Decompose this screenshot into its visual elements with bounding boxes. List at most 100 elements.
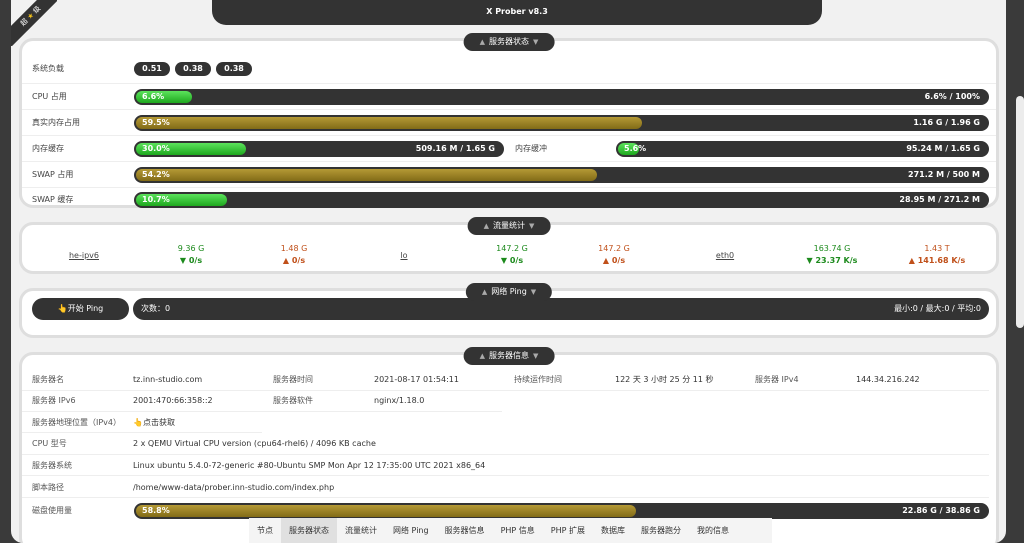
system-load-row: 系统负载 0.51 0.38 0.38 [22, 58, 996, 84]
network-stats-toggle[interactable]: ▲ 流量统计 ▼ [467, 217, 551, 235]
he-ipv6-out-speed: ▲ 0/s [282, 256, 306, 265]
nav-php-info[interactable]: PHP 信息 [493, 518, 543, 543]
swap-cache-bar: 10.7% 28.95 M / 271.2 M [134, 192, 989, 208]
he-ipv6-out-total: 1.48 G [280, 244, 308, 253]
page-scrollbar[interactable] [1016, 96, 1024, 328]
ipv6-key: 服务器 IPv6 [32, 396, 76, 405]
cpu-label: CPU 占用 [32, 92, 67, 101]
cpu-row: CPU 占用 6.6% 6.6% / 100% [22, 84, 996, 110]
iface-lo[interactable]: lo [374, 250, 434, 262]
server-status-toggle[interactable]: ▲ 服务器状态 ▼ [463, 33, 555, 51]
ipv4-key: 服务器 IPv4 [755, 375, 799, 384]
lo-in-total: 147.2 G [496, 244, 528, 253]
os-key: 服务器系统 [32, 461, 72, 470]
memory-buffer-label: 内存缓冲 [515, 144, 547, 153]
nav-server-info[interactable]: 服务器信息 [437, 518, 493, 543]
swap-bar-fill [136, 169, 597, 181]
memory-buffer-percent: 5.6% [624, 144, 647, 153]
server-software-value: nginx/1.18.0 [374, 396, 425, 405]
uptime-value: 122 天 3 小时 25 分 11 秒 [615, 375, 714, 384]
caret-down-icon: ▼ [530, 288, 537, 296]
iface-he-ipv6[interactable]: he-ipv6 [54, 250, 114, 262]
network-row: he-ipv6 9.36 G ▼ 0/s 1.48 G ▲ 0/s lo 147… [22, 243, 996, 271]
server-software-key: 服务器软件 [273, 396, 313, 405]
iface-eth0[interactable]: eth0 [695, 250, 755, 262]
cpu-model-key: CPU 型号 [32, 439, 67, 448]
network-stats-card: ▲ 流量统计 ▼ he-ipv6 9.36 G ▼ 0/s 1.48 G ▲ 0/s… [19, 217, 999, 274]
memory-cache-value: 509.16 M / 1.65 G [415, 144, 495, 153]
server-info-card: ▲ 服务器信息 ▼ 服务器名 tz.inn-studio.com 服务器时间 202… [19, 347, 999, 543]
nav-database[interactable]: 数据库 [593, 518, 633, 543]
ping-result-bar: 次数：0 最小:0 / 最大:0 / 平均:0 [133, 298, 989, 320]
he-ipv6-in-total: 9.36 G [177, 244, 205, 253]
info-row-geo: 服务器地理位置（IPv4） 👆点击获取 [22, 412, 262, 433]
prober-page: 超 ★ 级 X Prober v8.3 ▲ 服务器状态 ▼ 系统负载 0.51 0.… [11, 0, 1006, 543]
disk-usage-bar: 58.8% 22.86 G / 38.86 G [134, 503, 989, 519]
caret-down-icon: ▼ [533, 38, 539, 46]
network-ping-card: ▲ 网络 Ping ▼ 👆开始 Ping 次数：0 最小:0 / 最大:0 / 平均… [19, 283, 999, 338]
memory-cache-bar: 30.0% 509.16 M / 1.65 G [134, 141, 504, 157]
info-row-1: 服务器名 tz.inn-studio.com 服务器时间 2021-08-17 … [22, 370, 989, 391]
info-row-path: 脚本路径 /home/www-data/prober.inn-studio.co… [22, 477, 989, 498]
ipv4-value: 144.34.216.242 [856, 375, 920, 384]
server-info-toggle[interactable]: ▲ 服务器信息 ▼ [463, 347, 555, 365]
caret-up-icon: ▲ [483, 222, 489, 230]
caret-up-icon: ▲ [479, 352, 485, 360]
nav-my-info[interactable]: 我的信息 [689, 518, 737, 543]
disk-usage-bar-fill [136, 505, 636, 517]
nav-server-status[interactable]: 服务器状态 [281, 518, 337, 543]
server-time-key: 服务器时间 [273, 375, 313, 384]
swap-cache-row: SWAP 缓存 10.7% 28.95 M / 271.2 M [22, 188, 996, 214]
info-row-2: 服务器 IPv6 2001:470:66:358::2 服务器软件 nginx/… [22, 391, 502, 412]
memory-buffer-bar: 5.6% 95.24 M / 1.65 G [616, 141, 989, 157]
ipv6-value: 2001:470:66:358::2 [133, 396, 213, 405]
memory-cache-row: 内存缓存 30.0% 509.16 M / 1.65 G 内存缓冲 5.6% 9… [22, 136, 996, 162]
bottom-nav: 节点 服务器状态 流量统计 网络 Ping 服务器信息 PHP 信息 PHP 扩… [249, 518, 772, 543]
nav-benchmark[interactable]: 服务器跑分 [633, 518, 689, 543]
nav-nodes[interactable]: 节点 [249, 518, 281, 543]
swap-label: SWAP 占用 [32, 170, 74, 179]
network-ping-toggle[interactable]: ▲ 网络 Ping ▼ [465, 283, 553, 301]
start-ping-button[interactable]: 👆开始 Ping [32, 298, 129, 320]
server-status-card: ▲ 服务器状态 ▼ 系统负载 0.51 0.38 0.38 CPU 占用 6.6% … [19, 33, 999, 208]
os-value: Linux ubuntu 5.4.0-72-generic #80-Ubuntu… [133, 461, 486, 470]
disk-usage-value: 22.86 G / 38.86 G [902, 506, 980, 515]
nav-network-stats[interactable]: 流量统计 [337, 518, 385, 543]
caret-down-icon: ▼ [533, 352, 539, 360]
lo-out-total: 147.2 G [598, 244, 630, 253]
real-memory-bar: 59.5% 1.16 G / 1.96 G [134, 115, 989, 131]
swap-row: SWAP 占用 54.2% 271.2 M / 500 M [22, 162, 996, 188]
swap-cache-value: 28.95 M / 271.2 M [899, 195, 980, 204]
cpu-percent: 6.6% [142, 92, 165, 101]
swap-cache-percent: 10.7% [142, 195, 170, 204]
memory-cache-percent: 30.0% [142, 144, 170, 153]
load-1min: 0.51 [134, 62, 170, 76]
server-time-value: 2021-08-17 01:54:11 [374, 375, 459, 384]
load-15min: 0.38 [216, 62, 252, 76]
swap-bar: 54.2% 271.2 M / 500 M [134, 167, 989, 183]
real-memory-bar-fill [136, 117, 642, 129]
ping-stats: 最小:0 / 最大:0 / 平均:0 [894, 304, 981, 313]
system-load-label: 系统负载 [32, 64, 64, 73]
lo-out-speed: ▲ 0/s [602, 256, 626, 265]
memory-cache-label: 内存缓存 [32, 144, 64, 153]
ping-count: 次数：0 [141, 304, 171, 313]
uptime-key: 持续运作时间 [514, 375, 562, 384]
disk-usage-percent: 58.8% [142, 506, 170, 515]
caret-up-icon: ▲ [479, 38, 485, 46]
lo-in-speed: ▼ 0/s [500, 256, 524, 265]
load-5min: 0.38 [175, 62, 211, 76]
info-row-os: 服务器系统 Linux ubuntu 5.4.0-72-generic #80-… [22, 455, 989, 476]
cpu-model-value: 2 x QEMU Virtual CPU version (cpu64-rhel… [133, 439, 376, 448]
cpu-bar: 6.6% 6.6% / 100% [134, 89, 989, 105]
eth0-in-speed: ▼ 23.37 K/s [806, 256, 858, 265]
disk-usage-key: 磁盘使用量 [32, 506, 72, 515]
real-memory-label: 真实内存占用 [32, 118, 80, 127]
corner-ribbon: 超 ★ 级 [11, 0, 57, 46]
eth0-out-speed: ▲ 141.68 K/s [908, 256, 966, 265]
nav-php-extensions[interactable]: PHP 扩展 [543, 518, 593, 543]
cpu-value: 6.6% / 100% [924, 92, 980, 101]
geo-location-fetch-link[interactable]: 👆点击获取 [133, 416, 175, 430]
nav-network-ping[interactable]: 网络 Ping [385, 518, 437, 543]
real-memory-value: 1.16 G / 1.96 G [913, 118, 980, 127]
